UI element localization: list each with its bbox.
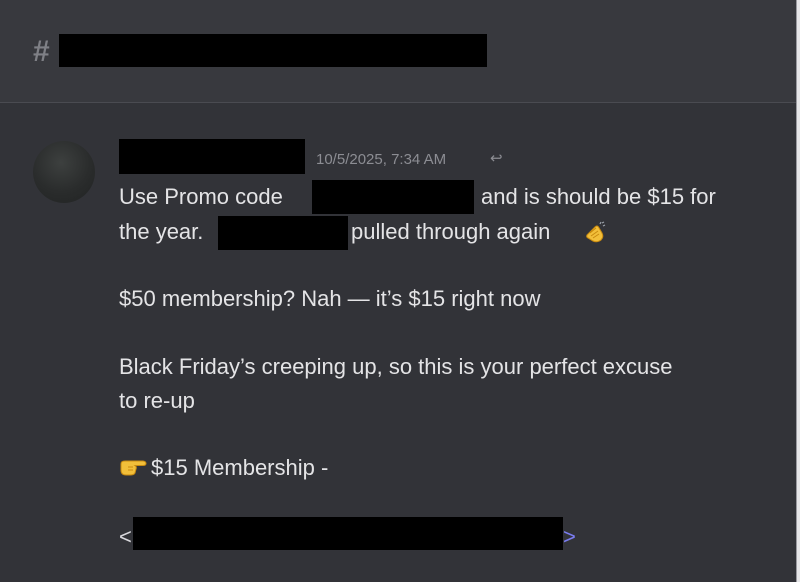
chat-window: # 10/5/2025, 7:34 AM ↩ Use Promo code an… — [0, 0, 797, 582]
message-text-line2a: the year. — [119, 219, 204, 244]
hash-icon: # — [33, 35, 50, 68]
channel-name-redacted[interactable] — [59, 34, 487, 67]
mention-redacted — [218, 216, 348, 250]
username-redacted[interactable] — [119, 139, 305, 174]
message-text-line2b: pulled through again — [351, 219, 551, 244]
message-text-line5: to re-up — [119, 388, 195, 413]
message-text-line3: $50 membership? Nah — it’s $15 right now — [119, 286, 541, 311]
message-text-line1a: Use Promo code — [119, 184, 283, 209]
backhand-index-pointing-right-icon — [120, 460, 147, 476]
clapping-hands-icon — [586, 221, 606, 243]
channel-header: # — [0, 0, 796, 103]
message-text-line1b: and is should be $15 for — [481, 184, 716, 209]
link-url-redacted[interactable] — [133, 517, 563, 550]
message-text-line4: Black Friday’s creeping up, so this is y… — [119, 354, 673, 379]
promo-code-redacted — [312, 180, 474, 214]
reply-icon: ↩ — [490, 150, 503, 167]
message-text-line6: $15 Membership - — [151, 455, 329, 480]
link-open-bracket: < — [119, 524, 132, 549]
avatar[interactable] — [33, 141, 95, 203]
message-timestamp: 10/5/2025, 7:34 AM — [316, 151, 447, 168]
link-close-bracket[interactable]: > — [563, 524, 576, 550]
